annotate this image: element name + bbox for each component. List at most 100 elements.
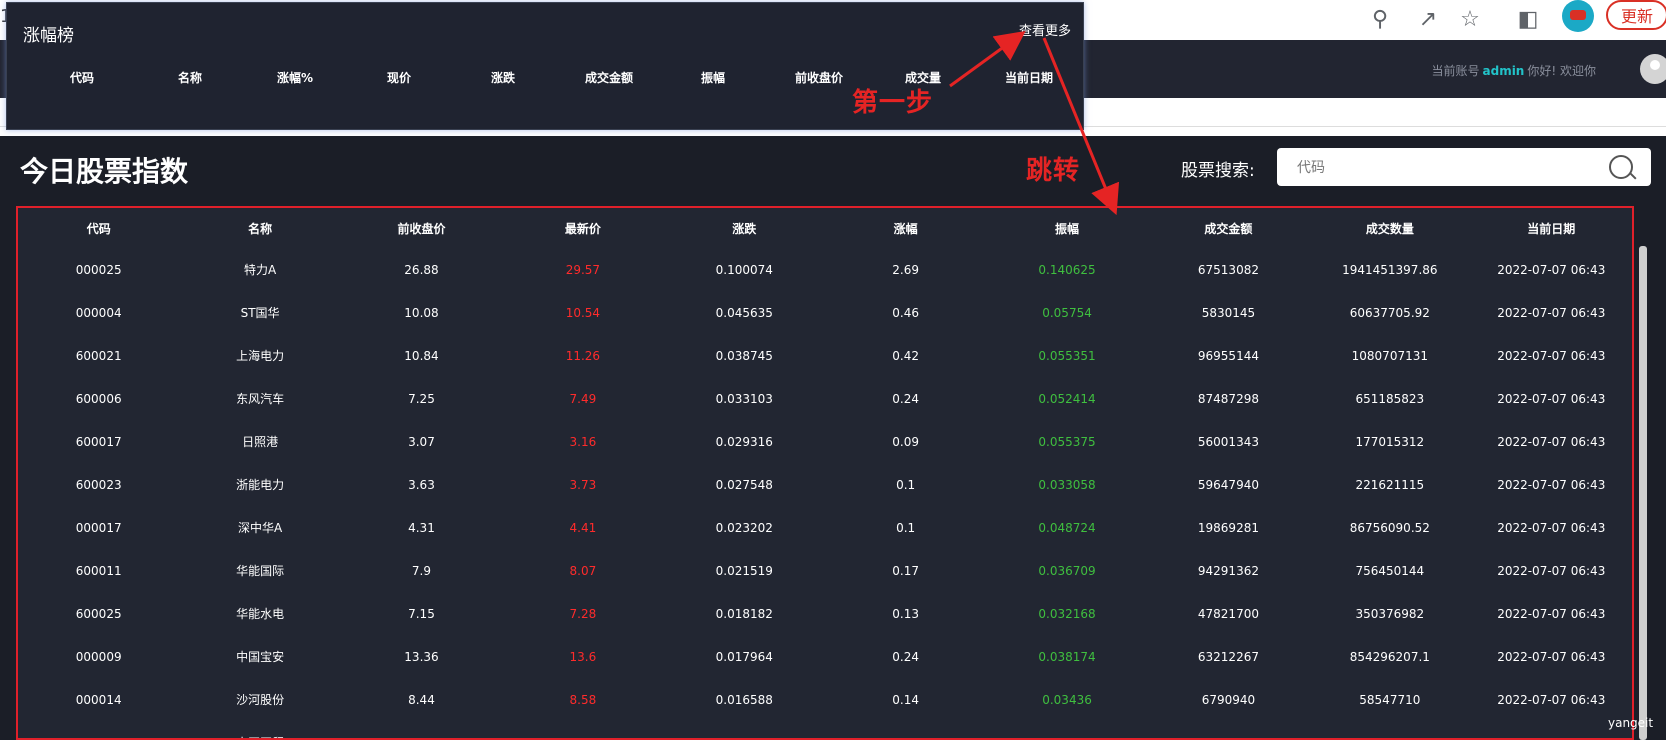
table-cell: 0.033103 [715,391,773,406]
avatar[interactable] [1640,54,1666,84]
table-cell: 0.016588 [715,692,773,707]
column-header: 最新价 [564,221,601,236]
table-cell: 221621115 [1355,477,1425,492]
table-header-row: 代码 名称 前收盘价 最新价 涨跌 涨幅 振幅 成交金额 成交数量 当前日期 [18,208,1632,248]
table-cell: 600021 [75,348,122,363]
table-row[interactable]: 600006 东风汽车 7.25 7.49 0.033103 0.24 0.052414 87… [18,377,1632,420]
zoom-out-icon[interactable]: ⚲ [1366,6,1394,34]
popup-title: 涨幅榜 [23,26,74,46]
annotation-step1: 第一步 [852,88,934,118]
table-cell: 2.69 [892,262,919,277]
search-label: 股票搜索: [1181,161,1255,181]
table-cell: 东风汽车 [236,392,285,406]
table-cell: 87487298 [1197,391,1259,406]
star-icon[interactable]: ☆ [1456,6,1484,34]
table-cell: 8.58 [569,692,597,707]
table-row[interactable]: 000004 ST国华 10.08 10.54 0.045635 0.46 0.05754 5… [18,291,1632,334]
table-cell: 58547710 [1359,692,1421,707]
table-cell: 0.1 [896,477,916,492]
table-cell: 0.24 [892,649,919,664]
table-cell: 0.045635 [715,305,773,320]
popup-column-header: 成交金额 [584,71,633,85]
table-cell: 600011 [75,563,122,578]
table-cell: 2022-07-07 06:43 [1497,477,1606,492]
table-cell: 2022-07-07 06:43 [1497,262,1606,277]
table-cell: 0.09 [892,434,919,449]
table-cell: 7.15 [408,606,435,621]
table-cell: 2022-07-07 06:43 [1497,606,1606,621]
account-name: admin [1482,64,1525,78]
table-row[interactable]: 600025 华能水电 7.15 7.28 0.018182 0.13 0.032168 47… [18,592,1632,635]
table-cell: 0.048724 [1038,520,1096,535]
table-cell: 63212267 [1197,649,1259,664]
column-header: 涨幅 [893,221,918,236]
table-cell: 4.41 [569,520,597,535]
table-cell: 0.03436 [1042,692,1092,707]
table-row[interactable]: 600017 日照港 3.07 3.16 0.029316 0.09 0.055375 560… [18,420,1632,463]
table-cell: 0.038174 [1038,649,1096,664]
table-cell: 86756090.52 [1349,520,1430,535]
table-cell: 0.140625 [1038,262,1096,277]
popup-column-header: 涨跌 [490,71,515,85]
table-cell: 56001343 [1197,434,1259,449]
popup-column-header: 当前日期 [1004,71,1053,85]
table-cell: 26.88 [404,262,439,277]
table-cell: 15.14 [341,721,502,739]
search-input[interactable] [1277,148,1599,188]
table-cell: 000025 [75,262,122,277]
table-cell: 0.052414 [1038,391,1096,406]
popup-column-header: 代码 [69,71,94,85]
table-cell: 2022-07-07 06:43 [1497,563,1606,578]
table-cell: 华能水电 [236,607,285,621]
table-cell: 6790940 [1201,692,1256,707]
table-cell: 59647940 [1197,477,1259,492]
table-row[interactable]: 600011 华能国际 7.9 8.07 0.021519 0.17 0.036709 942… [18,549,1632,592]
table-cell: 000017 [75,520,122,535]
watermark: yangeit [1608,716,1654,730]
table-row[interactable]: 000009 中国宝安 13.36 13.6 0.017964 0.24 0.038174 6… [18,635,1632,678]
table-row[interactable]: 600023 浙能电力 3.63 3.73 0.027548 0.1 0.033058 596… [18,463,1632,506]
table-cell: 11.26 [565,348,601,363]
table-cell: 0.1 [896,520,916,535]
table-cell: 0.05754 [1042,305,1092,320]
table-cell: 94291362 [1197,563,1259,578]
table-cell: 0.017964 [715,649,773,664]
table-cell: 651185823 [1355,391,1425,406]
table-row[interactable]: 600021 上海电力 10.84 11.26 0.038745 0.42 0.055351… [18,334,1632,377]
column-header: 当前日期 [1527,221,1576,236]
column-header: 涨跌 [732,221,757,236]
sidebar-icon[interactable]: ◧ [1514,6,1542,34]
page-title: 今日股票指数 [20,155,189,188]
table-cell: 2022-07-07 06:43 [1497,348,1606,363]
table-cell: 浙能电力 [236,478,285,492]
search-box [1277,148,1651,188]
table-row[interactable]: 600007中国国贸15.1415.380.0158520.240.034346… [18,721,1632,739]
table-cell: 8.44 [408,692,435,707]
table-cell: 600025 [75,606,122,621]
scrollbar-thumb[interactable] [1639,246,1647,740]
table-cell: 1080707131 [1351,348,1428,363]
table-cell: 0.021519 [715,563,773,578]
update-button[interactable]: 更新 [1606,0,1666,30]
account-prefix: 当前账号 [1431,64,1480,78]
table-row[interactable]: 000017 深中华A 4.31 4.41 0.023202 0.1 0.048724 198… [18,506,1632,549]
table-cell: 0.24 [825,721,986,739]
table-cell: 0.42 [892,348,919,363]
column-header: 前收盘价 [397,221,446,236]
table-row[interactable]: 000014 沙河股份 8.44 8.58 0.016588 0.14 0.03436 679… [18,678,1632,721]
table-cell: 中国国贸 [179,721,340,738]
table-cell: 67513082 [1197,262,1259,277]
share-icon[interactable]: ↗ [1414,6,1442,34]
extension-icon[interactable] [1562,0,1594,32]
table-cell: 中国宝安 [236,650,285,664]
table-cell: 600007 [18,721,179,739]
search-icon[interactable] [1609,155,1633,179]
view-more-link[interactable]: 查看更多 [1019,20,1071,39]
table-cell: 沙河股份 [236,693,285,707]
table-row[interactable]: 000025 特力A 26.88 29.57 0.100074 2.69 0.140625 6… [18,248,1632,291]
table-cell: 2912442 [1148,721,1309,739]
column-header: 成交数量 [1365,221,1414,236]
table-cell: 0.023202 [715,520,773,535]
table-cell: 2022-07-07 06:43 [1497,692,1606,707]
table-cell: 0.015852 [664,721,825,739]
